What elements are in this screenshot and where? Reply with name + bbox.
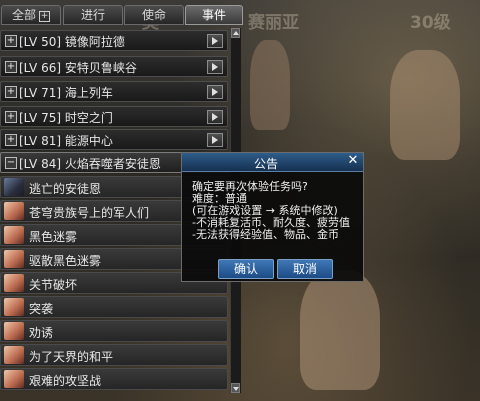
subquest-row[interactable]: 艰难的攻坚战 (0, 368, 228, 390)
tab-mission-label: 使命 (141, 8, 166, 22)
dialog-line: -无法获得经验值、物品、金币 (192, 228, 339, 241)
scroll-up-arrow-icon[interactable] (231, 28, 240, 38)
dialog-message: 确定要再次体验任务吗? 难度：普通 (可在游戏设置 → 系统中修改) -不消耗复… (192, 181, 360, 241)
expand-icon[interactable]: + (5, 35, 17, 47)
background-character (390, 50, 460, 160)
expand-icon[interactable]: + (5, 134, 17, 146)
quest-group-row[interactable]: + [LV 75] 时空之门 (0, 106, 228, 127)
quest-tab-bar: 全部 + 进行 使命 事件 (0, 5, 250, 25)
subquest-row[interactable]: 为了天界的和平 (0, 344, 228, 366)
dialog-title: 公告 (253, 157, 278, 171)
quest-group-label: [LV 66] 安特贝鲁峡谷 (19, 61, 137, 75)
close-icon[interactable]: ✕ (347, 154, 359, 168)
tab-all[interactable]: 全部 + (1, 5, 61, 25)
subquest-label: 为了天界的和平 (29, 350, 114, 364)
subquest-label: 艰难的攻坚战 (29, 374, 102, 388)
tab-mission[interactable]: 使命 (124, 5, 184, 25)
background-character (300, 270, 380, 390)
play-icon[interactable] (207, 85, 223, 99)
subquest-label: 苍穹贵族号上的军人们 (29, 206, 150, 220)
npc-portrait-icon (4, 178, 24, 196)
dialog-title-bar[interactable]: 公告 ✕ (182, 153, 363, 172)
notice-dialog: 公告 ✕ 确定要再次体验任务吗? 难度：普通 (可在游戏设置 → 系统中修改) … (181, 152, 364, 282)
subquest-row[interactable]: 突袭 (0, 296, 228, 318)
quest-group-label: [LV 81] 能源中心 (19, 134, 113, 148)
expand-icon[interactable]: + (5, 111, 17, 123)
tab-event[interactable]: 事件 (185, 5, 243, 25)
npc-portrait-icon (4, 250, 24, 268)
subquest-label: 黑色迷雾 (29, 230, 78, 244)
play-icon[interactable] (207, 110, 223, 124)
npc-portrait-icon (4, 226, 24, 244)
npc-portrait-icon (4, 322, 24, 340)
background-text: 30级 (410, 13, 451, 33)
background-text: 赛丽亚 (248, 13, 299, 33)
background-character (250, 40, 290, 130)
quest-group-row[interactable]: + [LV 50] 镜像阿拉德 (0, 30, 228, 51)
npc-portrait-icon (4, 298, 24, 316)
tab-in-progress[interactable]: 进行 (63, 5, 123, 25)
confirm-button[interactable]: 确认 (218, 259, 274, 279)
play-icon[interactable] (207, 60, 223, 74)
quest-group-row[interactable]: + [LV 66] 安特贝鲁峡谷 (0, 56, 228, 77)
tab-all-label: 全部 (11, 8, 36, 22)
expand-icon[interactable]: + (5, 86, 17, 98)
subquest-label: 关节破坏 (29, 278, 78, 292)
subquest-label: 逃亡的安徒恩 (29, 182, 102, 196)
expand-icon[interactable]: + (5, 61, 17, 73)
subquest-row[interactable]: 劝诱 (0, 320, 228, 342)
quest-group-label: [LV 75] 时空之门 (19, 111, 113, 125)
subquest-label: 劝诱 (29, 326, 54, 340)
npc-portrait-icon (4, 274, 24, 292)
npc-portrait-icon (4, 202, 24, 220)
subquest-label: 突袭 (29, 302, 54, 316)
quest-group-label: [LV 84] 火焰吞噬者安徒恩 (19, 157, 161, 171)
subquest-label: 驱散黑色迷雾 (29, 254, 102, 268)
scroll-down-arrow-icon[interactable] (231, 383, 240, 393)
cancel-button[interactable]: 取消 (277, 259, 333, 279)
npc-portrait-icon (4, 370, 24, 388)
play-icon[interactable] (207, 34, 223, 48)
quest-group-row[interactable]: + [LV 81] 能源中心 (0, 129, 228, 150)
quest-group-label: [LV 50] 镜像阿拉德 (19, 35, 125, 49)
tab-event-label: 事件 (201, 8, 226, 22)
tab-in-progress-label: 进行 (80, 8, 105, 22)
collapse-icon[interactable]: − (5, 157, 17, 169)
quest-group-label: [LV 71] 海上列车 (19, 86, 113, 100)
npc-portrait-icon (4, 346, 24, 364)
quest-group-row[interactable]: + [LV 71] 海上列车 (0, 81, 228, 102)
plus-icon: + (39, 11, 50, 22)
play-icon[interactable] (207, 133, 223, 147)
